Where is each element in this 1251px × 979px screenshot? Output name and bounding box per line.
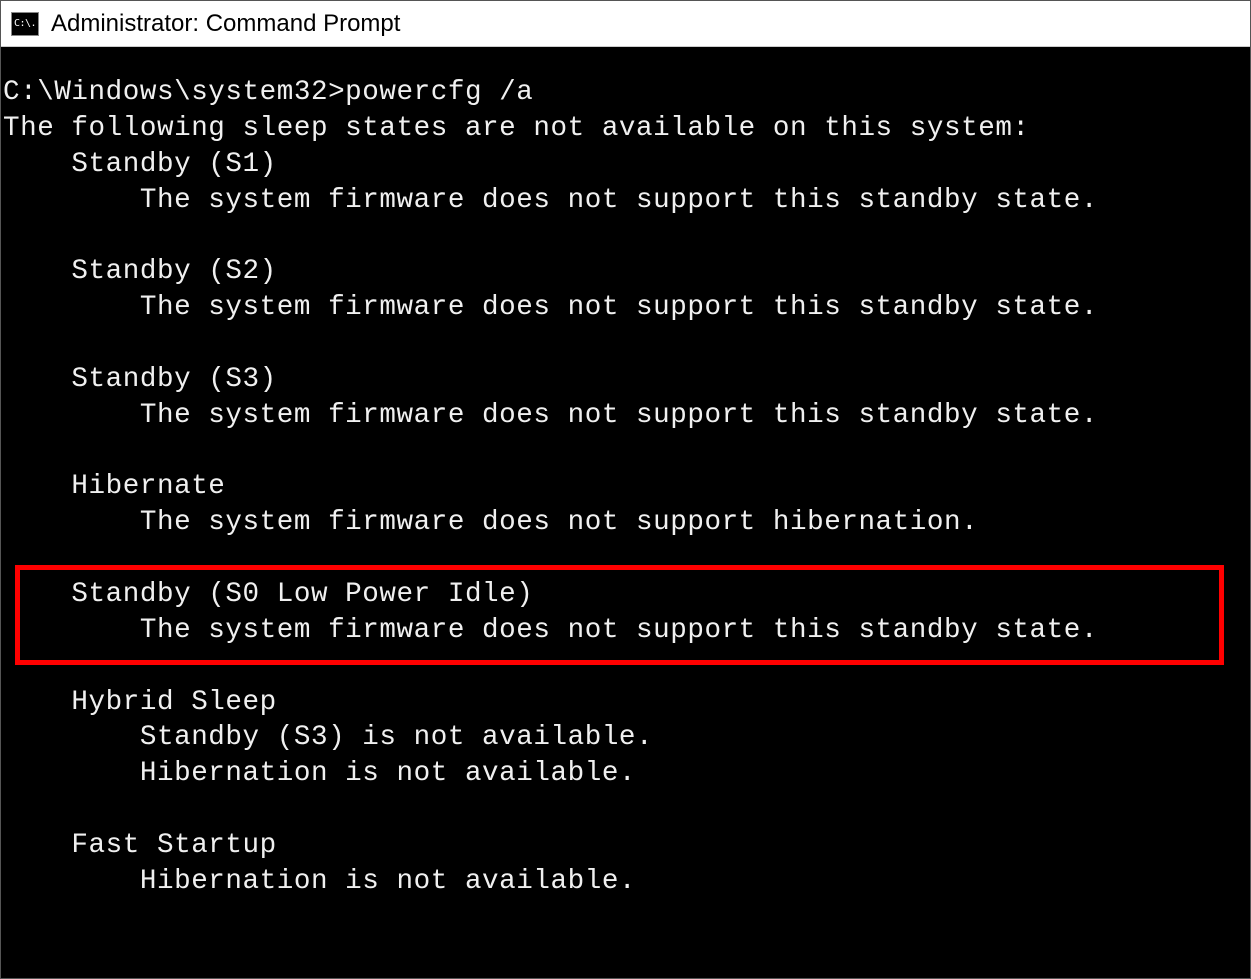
command-prompt-icon: C:\. xyxy=(11,12,39,36)
terminal-line: Hibernation is not available. xyxy=(3,756,1248,792)
command-prompt-window: C:\. Administrator: Command Prompt C:\Wi… xyxy=(0,0,1251,979)
terminal-line: The following sleep states are not avail… xyxy=(3,111,1248,147)
terminal-line: Hibernate xyxy=(3,469,1248,505)
terminal-line xyxy=(3,218,1248,254)
terminal-line: Hibernation is not available. xyxy=(3,864,1248,900)
terminal-line xyxy=(3,649,1248,685)
terminal-line: Standby (S2) xyxy=(3,254,1248,290)
terminal-line: Hybrid Sleep xyxy=(3,685,1248,721)
terminal-line: The system firmware does not support thi… xyxy=(3,398,1248,434)
terminal-line: Fast Startup xyxy=(3,828,1248,864)
terminal-line: The system firmware does not support thi… xyxy=(3,290,1248,326)
terminal-line xyxy=(3,434,1248,470)
terminal-line: Standby (S1) xyxy=(3,147,1248,183)
terminal-line: Standby (S3) xyxy=(3,362,1248,398)
terminal-line: The system firmware does not support thi… xyxy=(3,183,1248,219)
terminal-line xyxy=(3,900,1248,936)
terminal-line: Standby (S3) is not available. xyxy=(3,720,1248,756)
terminal-line xyxy=(3,792,1248,828)
terminal-line xyxy=(3,326,1248,362)
window-title: Administrator: Command Prompt xyxy=(51,10,400,38)
terminal-line: C:\Windows\system32>powercfg /a xyxy=(3,75,1248,111)
terminal-line xyxy=(3,541,1248,577)
terminal-line: Standby (S0 Low Power Idle) xyxy=(3,577,1248,613)
titlebar[interactable]: C:\. Administrator: Command Prompt xyxy=(1,1,1250,47)
terminal-line: The system firmware does not support hib… xyxy=(3,505,1248,541)
terminal-output[interactable]: C:\Windows\system32>powercfg /aThe follo… xyxy=(1,47,1250,978)
terminal-line: The system firmware does not support thi… xyxy=(3,613,1248,649)
